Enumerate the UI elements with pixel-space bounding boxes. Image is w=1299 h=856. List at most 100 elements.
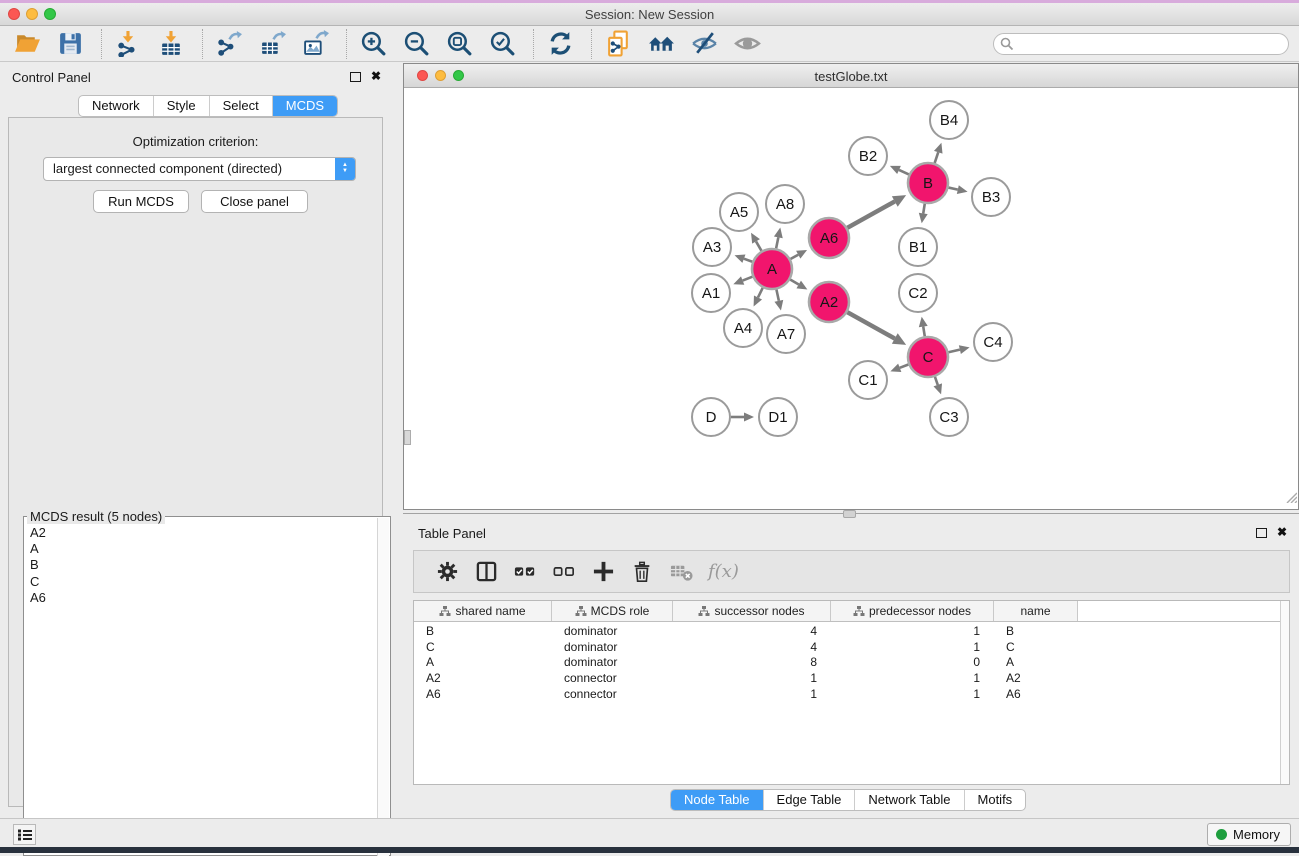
zoom-in-icon[interactable]	[358, 29, 388, 59]
tab-network-table[interactable]: Network Table	[854, 790, 963, 810]
zoom-fit-content-icon[interactable]	[444, 29, 474, 59]
import-network-icon[interactable]	[113, 29, 143, 59]
column-header-predecessor-nodes[interactable]: predecessor nodes	[831, 601, 994, 621]
search-input[interactable]	[993, 33, 1289, 55]
table-cell[interactable]: A2	[414, 671, 552, 687]
table-row[interactable]: Cdominator41C	[414, 640, 1289, 656]
table-cell[interactable]: C	[414, 640, 552, 656]
criterion-select[interactable]: largest connected component (directed) ▲…	[43, 157, 356, 181]
clone-network-icon[interactable]	[603, 29, 633, 59]
table-cell[interactable]: 4	[673, 640, 831, 656]
graph-node-C1[interactable]: C1	[849, 361, 887, 399]
result-item-a2[interactable]: A2	[24, 525, 376, 541]
graph-node-B[interactable]: B	[908, 163, 948, 203]
memory-button[interactable]: Memory	[1207, 823, 1291, 846]
table-cell[interactable]: 1	[831, 640, 994, 656]
export-image-icon[interactable]	[300, 29, 330, 59]
table-cell[interactable]: B	[414, 624, 552, 640]
table-cell[interactable]: A6	[414, 687, 552, 703]
close-panel-button[interactable]: Close panel	[201, 190, 308, 213]
graph-node-D[interactable]: D	[692, 398, 730, 436]
graph-node-B4[interactable]: B4	[930, 101, 968, 139]
tab-network[interactable]: Network	[79, 96, 153, 116]
table-cell[interactable]: 1	[673, 687, 831, 703]
graph-node-A2[interactable]: A2	[809, 282, 849, 322]
table-cell[interactable]: dominator	[552, 624, 673, 640]
graph-node-B3[interactable]: B3	[972, 178, 1010, 216]
close-table-panel-icon[interactable]: ✖	[1277, 525, 1287, 539]
column-header-name[interactable]: name	[994, 601, 1078, 621]
split-panel-icon[interactable]	[472, 558, 500, 586]
graph-node-A8[interactable]: A8	[766, 185, 804, 223]
graph-node-A1[interactable]: A1	[692, 274, 730, 312]
close-panel-icon[interactable]: ✖	[371, 69, 381, 83]
import-table-icon[interactable]	[156, 29, 186, 59]
graph-node-A4[interactable]: A4	[724, 309, 762, 347]
table-cell[interactable]: 1	[831, 624, 994, 640]
network-window-titlebar[interactable]: testGlobe.txt	[404, 64, 1298, 88]
table-cell[interactable]: 0	[831, 655, 994, 671]
run-mcds-button[interactable]: Run MCDS	[93, 190, 189, 213]
table-cell[interactable]: A2	[994, 671, 1078, 687]
add-column-icon[interactable]	[589, 558, 617, 586]
panel-splitter-handle[interactable]	[843, 510, 856, 518]
tab-mcds[interactable]: MCDS	[272, 96, 337, 116]
graph-node-A6[interactable]: A6	[809, 218, 849, 258]
hide-selected-icon[interactable]	[689, 29, 719, 59]
table-cell[interactable]: 1	[831, 671, 994, 687]
task-history-button[interactable]	[13, 824, 36, 845]
zoom-selected-icon[interactable]	[487, 29, 517, 59]
first-neighbors-icon[interactable]	[646, 29, 676, 59]
table-cell[interactable]: 4	[673, 624, 831, 640]
table-cell[interactable]: A	[994, 655, 1078, 671]
table-cell[interactable]: 1	[673, 671, 831, 687]
settings-icon[interactable]	[433, 558, 461, 586]
table-scrollbar[interactable]	[1280, 601, 1289, 784]
graph-node-C2[interactable]: C2	[899, 274, 937, 312]
tab-style[interactable]: Style	[153, 96, 209, 116]
column-header-successor-nodes[interactable]: successor nodes	[673, 601, 831, 621]
table-cell[interactable]: connector	[552, 687, 673, 703]
graph-node-A3[interactable]: A3	[693, 228, 731, 266]
result-item-a[interactable]: A	[24, 541, 376, 557]
table-cell[interactable]: C	[994, 640, 1078, 656]
network-canvas[interactable]: B4B2BB3A8A5A6B1A3AC2A1A2A4A7C4CC1C3DD1	[404, 88, 1298, 509]
graph-node-C3[interactable]: C3	[930, 398, 968, 436]
table-row[interactable]: Adominator80A	[414, 655, 1289, 671]
delete-column-icon[interactable]	[628, 558, 656, 586]
zoom-out-icon[interactable]	[401, 29, 431, 59]
table-cell[interactable]: 1	[831, 687, 994, 703]
delete-table-icon[interactable]	[667, 558, 695, 586]
show-all-icon[interactable]	[732, 29, 762, 59]
table-row[interactable]: A2connector11A2	[414, 671, 1289, 687]
canvas-vertical-scroll-thumb[interactable]	[404, 430, 411, 445]
export-network-icon[interactable]	[214, 29, 244, 59]
table-cell[interactable]: connector	[552, 671, 673, 687]
open-session-icon[interactable]	[12, 29, 42, 59]
table-cell[interactable]: 8	[673, 655, 831, 671]
float-panel-button[interactable]	[350, 72, 361, 82]
graph-node-A7[interactable]: A7	[767, 315, 805, 353]
result-item-b[interactable]: B	[24, 557, 376, 573]
deselect-all-icon[interactable]	[550, 558, 578, 586]
refresh-view-icon[interactable]	[545, 29, 575, 59]
table-cell[interactable]: B	[994, 624, 1078, 640]
window-resize-grip[interactable]	[1284, 490, 1297, 508]
export-table-icon[interactable]	[257, 29, 287, 59]
table-cell[interactable]: A	[414, 655, 552, 671]
tab-select[interactable]: Select	[209, 96, 272, 116]
table-row[interactable]: A6connector11A6	[414, 687, 1289, 703]
save-session-icon[interactable]	[55, 29, 85, 59]
table-cell[interactable]: dominator	[552, 640, 673, 656]
float-table-panel-button[interactable]	[1256, 528, 1267, 538]
result-item-c[interactable]: C	[24, 574, 376, 590]
column-header-shared-name[interactable]: shared name	[414, 601, 552, 621]
result-item-a6[interactable]: A6	[24, 590, 376, 606]
table-cell[interactable]: dominator	[552, 655, 673, 671]
graph-node-B1[interactable]: B1	[899, 228, 937, 266]
graph-node-C4[interactable]: C4	[974, 323, 1012, 361]
tab-node-table[interactable]: Node Table	[671, 790, 763, 810]
result-scrollbar[interactable]	[377, 518, 389, 856]
function-builder-icon[interactable]: f(x)	[708, 561, 739, 582]
graph-node-C[interactable]: C	[908, 337, 948, 377]
